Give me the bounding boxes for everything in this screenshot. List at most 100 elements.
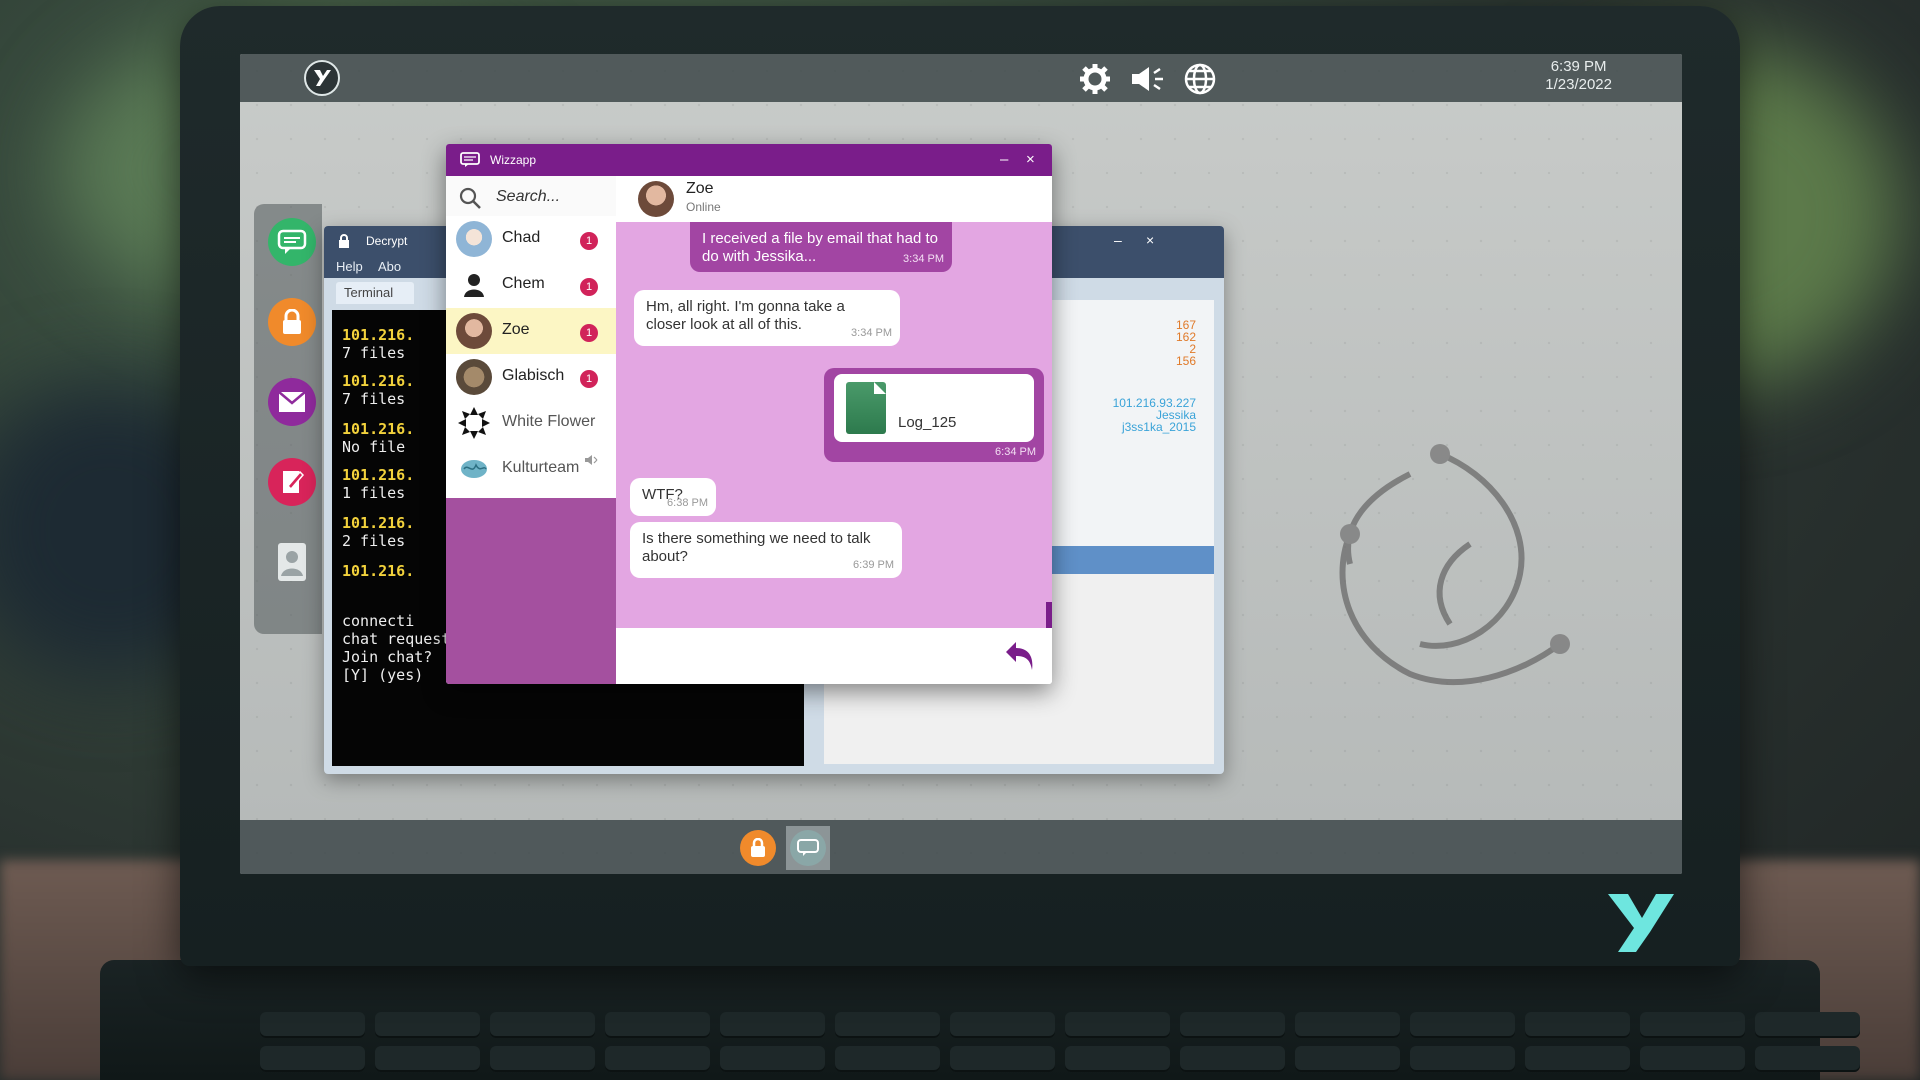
terminal-ip: 101.216. <box>342 466 415 484</box>
os-menu-button[interactable] <box>304 60 340 96</box>
chat-icon <box>277 229 307 254</box>
settings-icon <box>1080 64 1110 94</box>
terminal-ip: 101.216. <box>342 326 415 344</box>
file-attachment[interactable]: Log_125 <box>834 374 1034 442</box>
message-outgoing: I received a file by email that had to d… <box>690 222 952 272</box>
search-placeholder: Search... <box>496 188 561 205</box>
contact-icon <box>278 543 306 581</box>
contact-name: Glabisch <box>502 367 565 384</box>
muted-speaker-icon <box>585 455 598 465</box>
settings-button[interactable] <box>1075 60 1115 98</box>
dock-chat-app[interactable] <box>268 218 316 266</box>
message-text: Hm, all right. I'm gonna take a closer l… <box>646 298 845 333</box>
clock-date: 1/23/2022 <box>1545 76 1612 93</box>
contact-name: White Flower <box>502 413 596 430</box>
system-clock[interactable]: 6:39 PM 1/23/2022 <box>1545 58 1612 94</box>
chat-icon <box>460 152 480 167</box>
terminal-text: No file <box>342 438 406 456</box>
contact-item[interactable]: Glabisch 1 <box>446 354 616 400</box>
wizzapp-titlebar[interactable]: Wizzapp – × <box>446 144 1052 176</box>
brand-logo-icon <box>1608 894 1674 952</box>
taskbar-wizzapp[interactable] <box>786 826 830 870</box>
dock-notes-app[interactable] <box>268 458 316 506</box>
terminal-line: Join chat? <box>342 648 433 666</box>
chat-contact-name: Zoe <box>686 180 714 197</box>
contact-item-active[interactable]: Zoe 1 <box>446 308 616 354</box>
contacts-sidebar: Search... Chad 1 Chem 1 Zoe 1 Glabisch 1… <box>446 176 616 684</box>
message-incoming: Is there something we need to talk about… <box>630 522 902 578</box>
chat-messages: I received a file by email that had to d… <box>616 222 1052 628</box>
taskbar-decryptor[interactable] <box>736 826 780 870</box>
speaker-icon <box>1132 67 1163 91</box>
dock-decryptor-app[interactable] <box>268 298 316 346</box>
contact-item[interactable]: White Flower <box>446 400 616 446</box>
search-input[interactable]: Search... <box>446 176 616 216</box>
message-time: 3:34 PM <box>903 253 944 265</box>
contact-item[interactable]: Chem 1 <box>446 262 616 308</box>
message-text: Is there something we need to talk about… <box>642 530 871 565</box>
contact-name: Chem <box>502 275 545 292</box>
chat-contact-status: Online <box>686 200 721 214</box>
contact-name: Zoe <box>502 321 530 338</box>
tab-terminal[interactable]: Terminal <box>336 282 414 304</box>
terminal-text: 2 files <box>342 532 406 550</box>
credential-password: j3ss1ka_2015 <box>1121 420 1196 434</box>
top-bar: 6:39 PM 1/23/2022 <box>240 54 1682 102</box>
unread-badge: 1 <box>580 370 598 388</box>
hacker-avatar-icon <box>464 274 484 297</box>
message-time: 6:39 PM <box>853 559 894 571</box>
wizzapp-window: Wizzapp – × Search... Chad 1 Chem 1 Zoe … <box>446 144 1052 684</box>
terminal-text: 7 files <box>342 390 406 408</box>
chat-scrollbar[interactable] <box>1046 602 1052 628</box>
avatar <box>456 313 492 349</box>
avatar <box>456 221 492 257</box>
decryptor-title: Decrypt <box>366 234 408 248</box>
globe-icon <box>1184 63 1216 95</box>
avatar <box>456 451 492 487</box>
lock-icon <box>740 830 776 866</box>
laptop-base <box>100 960 1860 1080</box>
message-time: 6:38 PM <box>667 497 708 509</box>
contact-item[interactable]: Kulturteam <box>446 446 616 492</box>
terminal-ip: 101.216. <box>342 514 415 532</box>
close-button[interactable]: × <box>1026 151 1035 168</box>
app-dock <box>254 204 322 634</box>
dock-mail-app[interactable] <box>268 378 316 426</box>
volume-button[interactable] <box>1128 60 1168 98</box>
dragon-wallpaper-icon <box>1339 444 1570 685</box>
lock-icon <box>283 309 301 334</box>
message-file-outgoing[interactable]: Log_125 6:34 PM <box>824 368 1044 462</box>
minimize-button[interactable]: – <box>1114 232 1122 248</box>
contact-item[interactable]: Chad 1 <box>446 216 616 262</box>
contact-list: Search... Chad 1 Chem 1 Zoe 1 Glabisch 1… <box>446 176 616 498</box>
minimize-button[interactable]: – <box>1000 151 1008 168</box>
network-button[interactable] <box>1180 60 1220 98</box>
message-incoming: WTF? 6:38 PM <box>630 478 716 516</box>
message-incoming: Hm, all right. I'm gonna take a closer l… <box>634 290 900 346</box>
mail-icon <box>278 391 306 412</box>
contact-name: Chad <box>502 229 541 246</box>
menu-about[interactable]: Abo <box>378 259 401 274</box>
terminal-text: 7 files <box>342 344 406 362</box>
stat-value: 156 <box>1175 354 1196 368</box>
contact-name: Kulturteam <box>502 459 580 476</box>
message-time: 6:34 PM <box>995 446 1036 458</box>
terminal-text: 1 files <box>342 484 406 502</box>
avatar <box>456 267 492 303</box>
message-input[interactable] <box>616 628 1052 684</box>
terminal-ip: 101.216. <box>342 562 415 580</box>
message-time: 3:34 PM <box>851 327 892 339</box>
terminal-ip: 101.216. <box>342 420 415 438</box>
unread-badge: 1 <box>580 232 598 250</box>
dock-contacts-app[interactable] <box>268 538 316 586</box>
unread-badge: 1 <box>580 324 598 342</box>
file-icon <box>846 382 886 434</box>
chat-icon <box>790 830 826 866</box>
reply-button[interactable] <box>1002 638 1038 674</box>
desktop-screen: 6:39 PM 1/23/2022 Decrypt – × Help Abo T… <box>240 54 1682 874</box>
avatar <box>456 359 492 395</box>
menu-help[interactable]: Help <box>336 259 363 274</box>
os-logo-icon <box>314 70 331 86</box>
close-button[interactable]: × <box>1146 232 1154 248</box>
unread-badge: 1 <box>580 278 598 296</box>
